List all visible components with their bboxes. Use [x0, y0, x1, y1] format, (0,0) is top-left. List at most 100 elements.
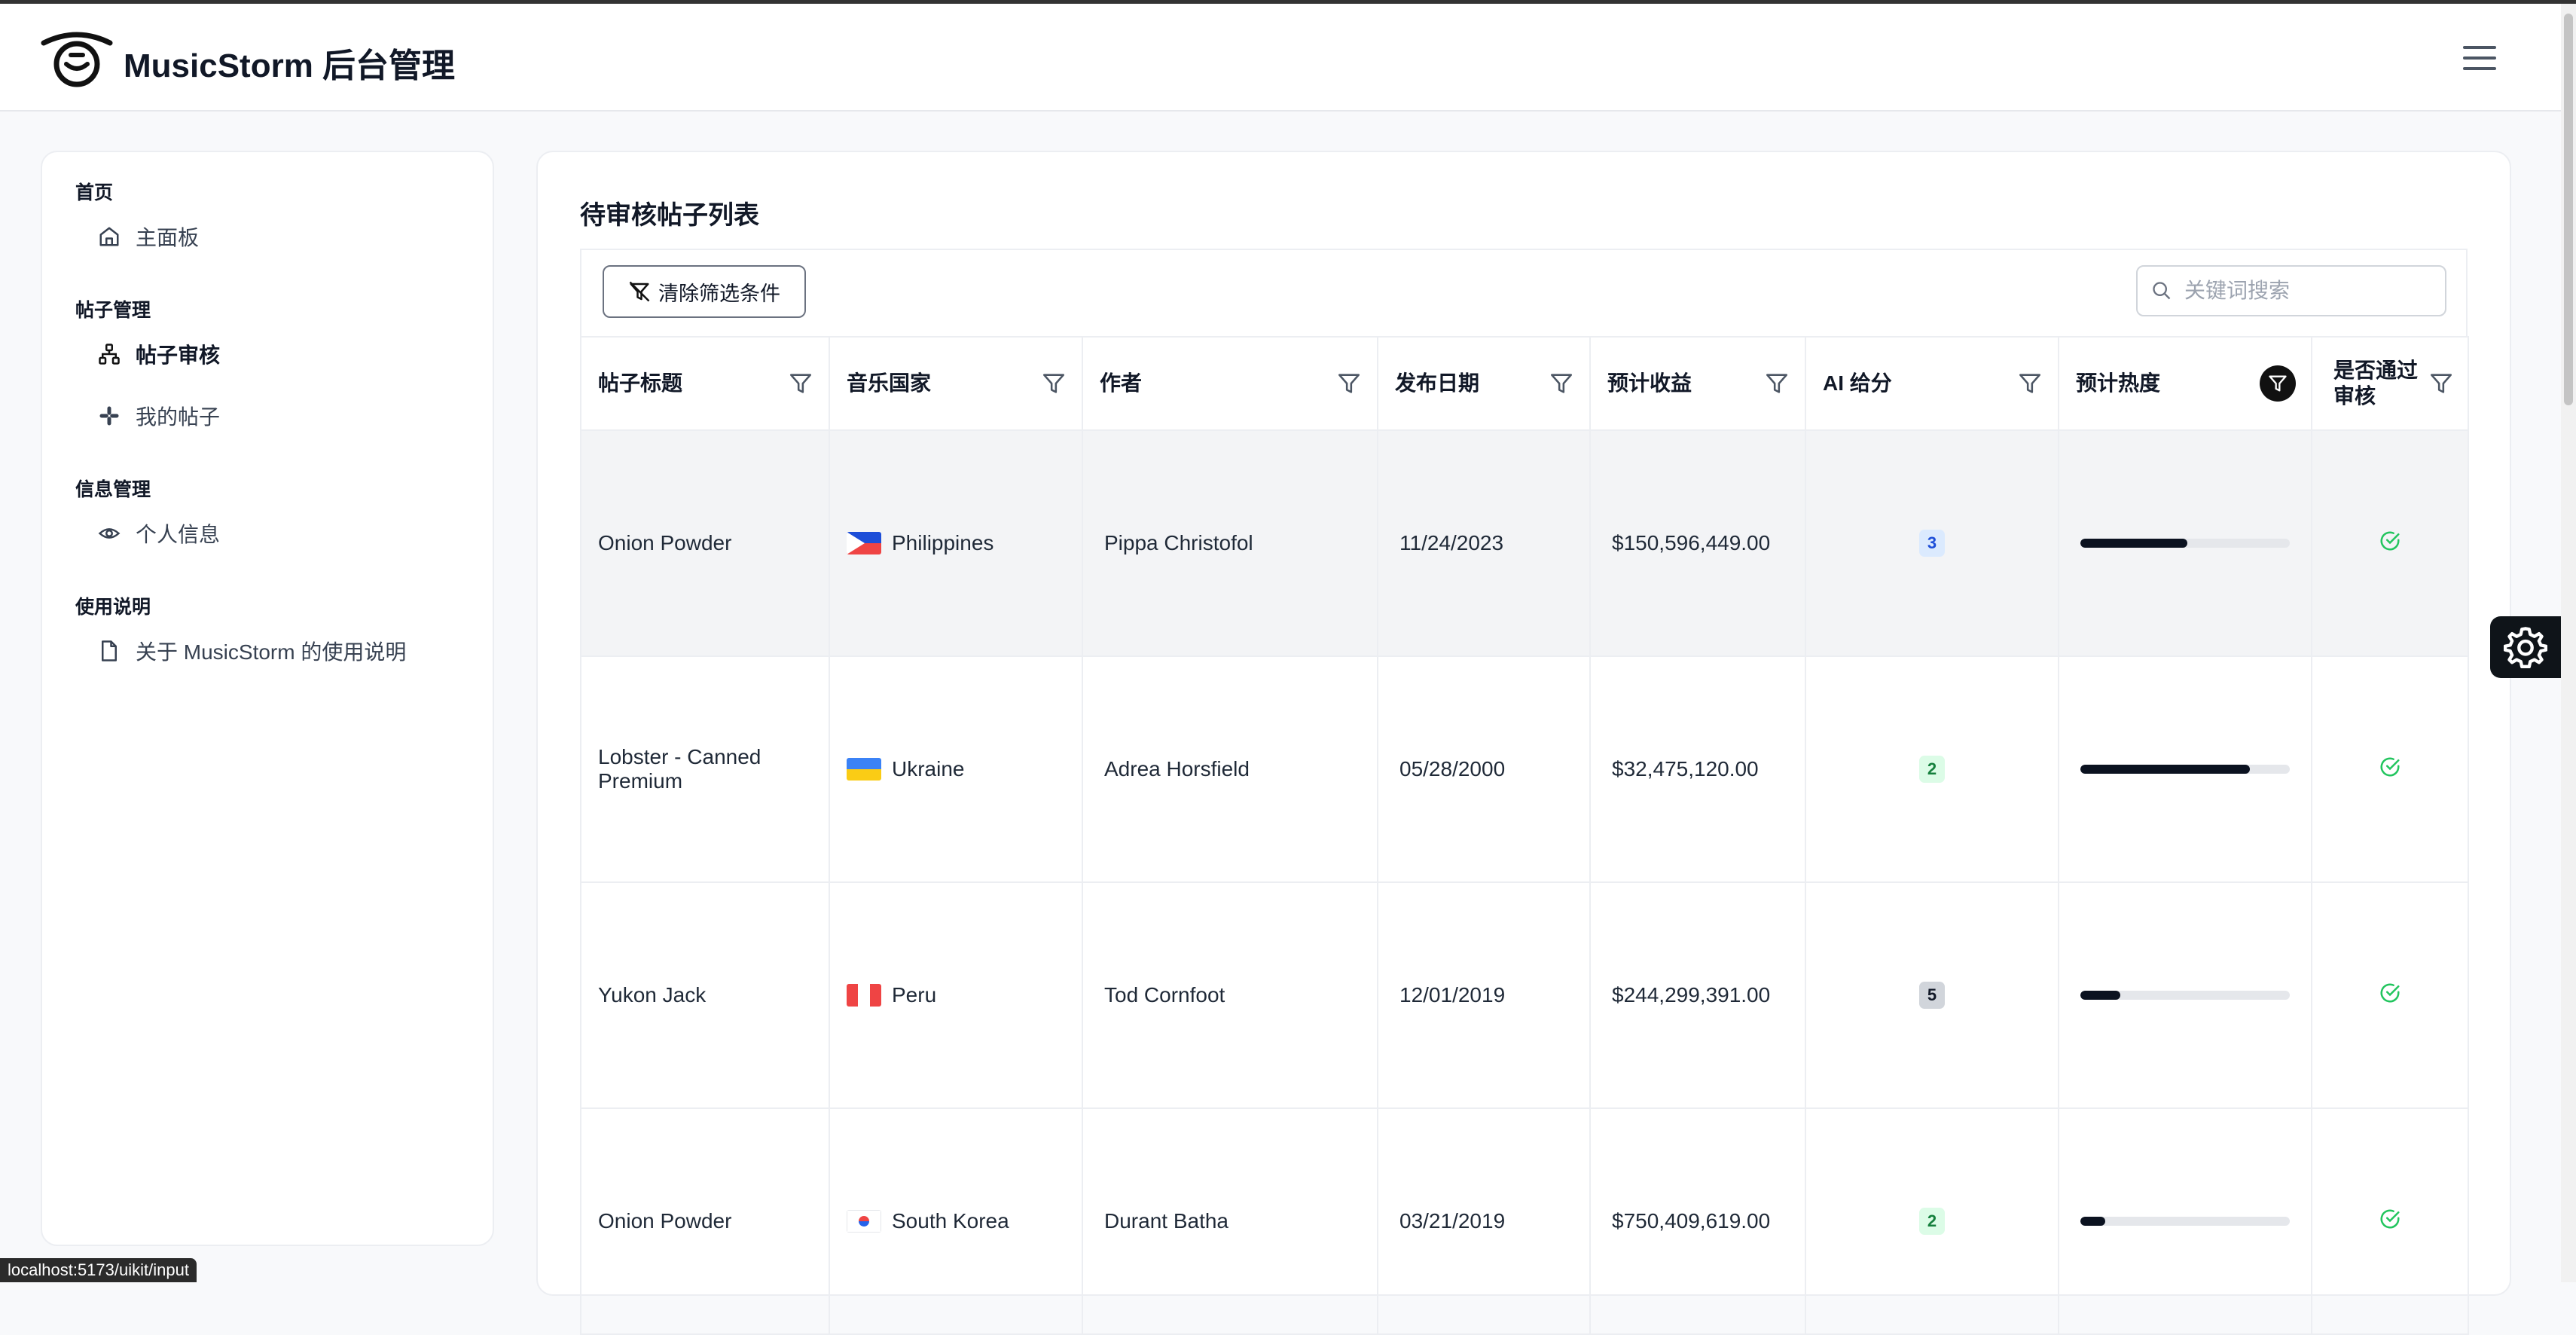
table-row[interactable]: Onion Powder Philippines Pippa Christofol 1… — [580, 429, 2469, 657]
main-panel: 待审核帖子列表 清除筛选条件 帖子标题 音乐国家 作者 发布日期 — [536, 151, 2511, 1335]
cell-title: Onion Powder — [580, 429, 830, 657]
file-icon — [102, 640, 117, 661]
cell-country: Peru — [829, 881, 1083, 1109]
home-icon — [99, 227, 119, 246]
menu-toggle-icon[interactable] — [2463, 46, 2496, 72]
clear-filters-button[interactable]: 清除筛选条件 — [603, 265, 806, 318]
posts-table: 帖子标题 音乐国家 作者 发布日期 预计收益 AI 给分 预计热度 是否通过审核 — [580, 336, 2469, 1335]
check-circle-icon — [2380, 1209, 2400, 1228]
sidebar-item-label: 关于 MusicStorm 的使用说明 — [136, 640, 407, 664]
philippines-flag-icon — [847, 532, 881, 554]
cell-author: Durant Batha — [1082, 1107, 1378, 1335]
musicstorm-logo-icon — [41, 32, 113, 87]
heat-progress-bar — [2080, 991, 2290, 1000]
check-circle-icon — [2380, 983, 2400, 1002]
table-header-row: 帖子标题 音乐国家 作者 发布日期 预计收益 AI 给分 预计热度 是否通过审核 — [580, 336, 2469, 431]
nav-section-help: 使用说明 — [75, 597, 151, 618]
score-badge: 2 — [1919, 1208, 1945, 1235]
cell-heat — [2058, 655, 2312, 883]
heat-progress-bar — [2080, 1217, 2290, 1226]
cell-date: 05/28/2000 — [1377, 655, 1591, 883]
sidebar-item-about[interactable]: 关于 MusicStorm 的使用说明 — [98, 628, 459, 674]
clear-filters-label: 清除筛选条件 — [658, 282, 780, 305]
search-icon — [2153, 282, 2171, 300]
cell-approved — [2311, 429, 2469, 657]
filter-icon[interactable] — [788, 371, 813, 396]
filter-off-icon — [629, 281, 650, 302]
peru-flag-icon — [847, 984, 881, 1007]
cell-approved — [2311, 881, 2469, 1109]
filter-icon[interactable] — [1764, 371, 1790, 396]
heat-progress-bar — [2080, 765, 2290, 774]
sidebar-item-profile[interactable]: 个人信息 — [98, 511, 459, 556]
ukraine-flag-icon — [847, 758, 881, 781]
check-circle-icon — [2380, 531, 2400, 550]
score-badge: 5 — [1919, 982, 1945, 1009]
column-header-approved: 是否通过审核 — [2311, 336, 2469, 431]
nav-section-home: 首页 — [75, 182, 114, 203]
score-badge: 3 — [1919, 530, 1945, 557]
south-korea-flag-icon — [847, 1210, 881, 1233]
table-row[interactable]: Onion Powder South Korea Durant Batha 03/21… — [580, 1107, 2469, 1335]
filter-icon[interactable] — [2428, 371, 2454, 396]
cell-ai-score: 2 — [1805, 1107, 2059, 1335]
gear-icon — [2504, 627, 2547, 669]
cell-author: Adrea Horsfield — [1082, 655, 1378, 883]
filter-icon[interactable] — [1549, 371, 1574, 396]
sidebar-item-label: 主面板 — [136, 226, 200, 249]
app-title: MusicStorm 后台管理 — [124, 47, 456, 84]
table-row[interactable]: Yukon Jack Peru Tod Cornfoot 12/01/2019 $244… — [580, 881, 2469, 1109]
cell-title: Lobster - Canned Premium — [580, 655, 830, 883]
cell-revenue: $32,475,120.00 — [1589, 655, 1806, 883]
top-header: MusicStorm 后台管理 — [0, 4, 2561, 112]
sidebar-item-label: 帖子审核 — [136, 344, 221, 367]
column-header-revenue: 预计收益 — [1589, 336, 1806, 431]
cell-date: 12/01/2019 — [1377, 881, 1591, 1109]
network-icon — [99, 344, 120, 365]
filter-active-icon[interactable] — [2260, 365, 2296, 402]
sidebar-item-post-review[interactable]: 帖子审核 — [98, 331, 459, 377]
column-header-country: 音乐国家 — [829, 336, 1083, 431]
filter-icon[interactable] — [1041, 371, 1067, 396]
sidebar-item-dashboard[interactable]: 主面板 — [98, 214, 459, 259]
cell-approved — [2311, 1107, 2469, 1335]
eye-icon — [98, 528, 121, 539]
cell-country: South Korea — [829, 1107, 1083, 1335]
score-badge: 2 — [1919, 756, 1945, 783]
filter-icon[interactable] — [2017, 371, 2043, 396]
cell-title: Yukon Jack — [580, 881, 830, 1109]
cell-date: 03/21/2019 — [1377, 1107, 1591, 1335]
cell-author: Tod Cornfoot — [1082, 881, 1378, 1109]
search-field[interactable] — [2136, 265, 2446, 316]
slack-icon — [99, 406, 119, 426]
settings-button[interactable] — [2490, 616, 2561, 678]
nav-section-posts: 帖子管理 — [75, 300, 151, 321]
sidebar: 首页 主面板 帖子管理 帖子审核 我的帖子 信息管理 个人信息 使用说明 关于 … — [41, 151, 494, 1246]
cell-date: 11/24/2023 — [1377, 429, 1591, 657]
sidebar-item-my-posts[interactable]: 我的帖子 — [98, 393, 459, 438]
column-header-ai-score: AI 给分 — [1805, 336, 2059, 431]
cell-title: Onion Powder — [580, 1107, 830, 1335]
cell-heat — [2058, 881, 2312, 1109]
check-circle-icon — [2380, 757, 2400, 776]
filter-icon[interactable] — [1336, 371, 1362, 396]
table-row[interactable]: Lobster - Canned Premium Ukraine Adrea Hor… — [580, 655, 2469, 883]
page-title: 待审核帖子列表 — [580, 201, 759, 230]
heat-progress-bar — [2080, 539, 2290, 548]
cell-revenue: $150,596,449.00 — [1589, 429, 1806, 657]
sidebar-item-label: 个人信息 — [136, 523, 221, 546]
column-header-date: 发布日期 — [1377, 336, 1591, 431]
cell-country: Philippines — [829, 429, 1083, 657]
column-header-author: 作者 — [1082, 336, 1378, 431]
page-scrollbar-thumb[interactable] — [2564, 14, 2573, 405]
table-toolbar: 清除筛选条件 — [580, 249, 2468, 338]
cell-author: Pippa Christofol — [1082, 429, 1378, 657]
search-input[interactable] — [2183, 278, 2434, 304]
status-bar-url: localhost:5173/uikit/input — [0, 1258, 197, 1282]
cell-country: Ukraine — [829, 655, 1083, 883]
cell-heat — [2058, 1107, 2312, 1335]
cell-ai-score: 2 — [1805, 655, 2059, 883]
cell-ai-score: 3 — [1805, 429, 2059, 657]
sidebar-item-label: 我的帖子 — [136, 405, 221, 429]
cell-revenue: $750,409,619.00 — [1589, 1107, 1806, 1335]
